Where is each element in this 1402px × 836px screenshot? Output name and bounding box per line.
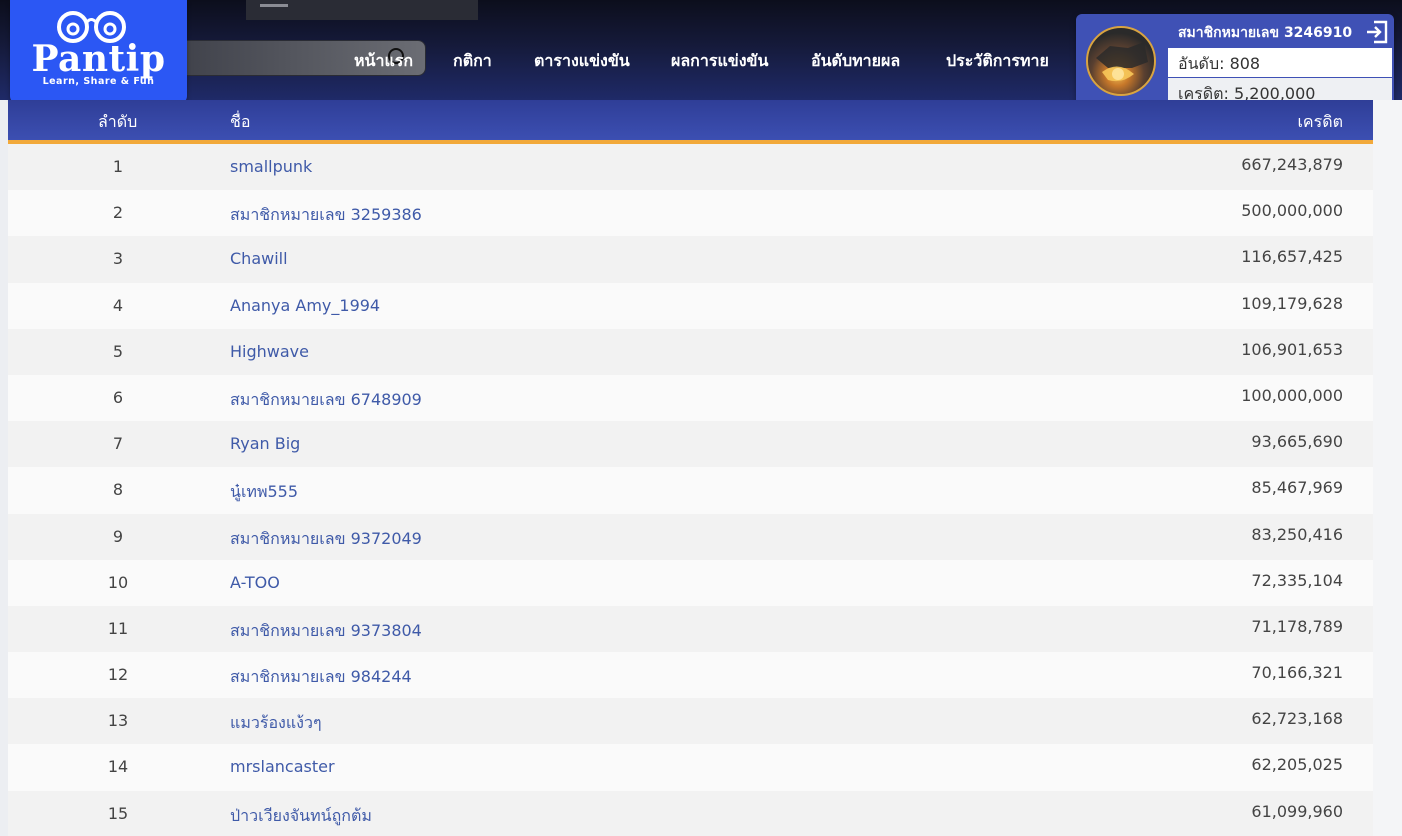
row-rank: 3	[112, 249, 124, 269]
row-rank: 5	[112, 341, 124, 361]
row-rank: 14	[107, 757, 129, 777]
row-credit: 62,205,025	[1251, 755, 1343, 775]
table-row: 9 สมาชิกหมายเลข 9372049 83,250,416	[8, 513, 1373, 560]
row-rank: 4	[112, 295, 124, 315]
table-row: 8 นู๋เทพ555 85,467,969	[8, 467, 1373, 514]
row-credit: 62,723,168	[1251, 709, 1343, 729]
page-gutter	[1373, 100, 1402, 836]
table-row: 4 Ananya Amy_1994 109,179,628	[8, 282, 1373, 329]
column-header-name: ชื่อ	[230, 112, 251, 131]
row-rank: 1	[112, 157, 124, 176]
table-row: 2 สมาชิกหมายเลข 3259386 500,000,000	[8, 190, 1373, 237]
table-body: 1 smallpunk 667,243,879 2 สมาชิกหมายเลข 3259…	[8, 144, 1373, 836]
row-rank: 8	[112, 480, 124, 500]
row-rank: 10	[107, 572, 129, 592]
row-credit: 83,250,416	[1251, 524, 1343, 544]
logo-tagline: Learn, Share & Fun	[42, 76, 155, 87]
row-rank: 12	[107, 665, 129, 685]
tab-bar-indicator	[260, 4, 288, 7]
row-player-name-link[interactable]: Chawill	[230, 249, 288, 268]
row-player-name-link[interactable]: A-TOO	[230, 573, 280, 592]
table-row: 12 สมาชิกหมายเลข 984244 70,166,321	[8, 652, 1373, 699]
row-player-name-link[interactable]: สมาชิกหมายเลข 3259386	[230, 203, 422, 228]
avatar[interactable]	[1086, 26, 1156, 96]
row-rank: 2	[112, 203, 124, 223]
row-credit: 667,243,879	[1241, 155, 1343, 174]
row-credit: 109,179,628	[1241, 293, 1343, 313]
row-credit: 72,335,104	[1251, 570, 1343, 590]
avatar-image	[1096, 42, 1148, 82]
browser-tab-strip	[246, 0, 478, 20]
logo-text: Pantip	[31, 38, 166, 80]
table-row: 3 Chawill 116,657,425	[8, 236, 1373, 283]
row-rank: 11	[107, 618, 129, 638]
row-rank: 15	[107, 803, 129, 823]
row-credit: 100,000,000	[1241, 385, 1343, 405]
row-rank: 6	[112, 387, 124, 407]
user-name[interactable]: สมาชิกหมายเลข 3246910	[1178, 22, 1352, 44]
row-player-name-link[interactable]: สมาชิกหมายเลข 6748909	[230, 388, 422, 413]
nav-item-schedule[interactable]: ตารางแข่งขัน	[534, 49, 630, 74]
column-header-rank: ลำดับ	[98, 112, 138, 131]
user-rank: อันดับ: 808	[1168, 48, 1392, 77]
row-player-name-link[interactable]: นู๋เทพ555	[230, 480, 298, 505]
nav-item-prediction-history[interactable]: ประวัติการทาย	[946, 49, 1049, 74]
nav-item-prediction-ranking[interactable]: อันดับทายผล	[811, 49, 900, 74]
table-row: 14 mrslancaster 62,205,025	[8, 744, 1373, 791]
table-row: 10 A-TOO 72,335,104	[8, 559, 1373, 606]
column-header-credit: เครดิต	[1297, 112, 1343, 131]
row-player-name-link[interactable]: Highwave	[230, 342, 309, 361]
row-player-name-link[interactable]: สมาชิกหมายเลข 9373804	[230, 619, 422, 644]
table-row: 7 Ryan Big 93,665,690	[8, 421, 1373, 468]
row-credit: 93,665,690	[1251, 432, 1343, 452]
row-player-name-link[interactable]: แมวร้องแง้วๆ	[230, 711, 322, 736]
table-row: 6 สมาชิกหมายเลข 6748909 100,000,000	[8, 374, 1373, 422]
table-row: 15 ป่าวเวียงจันทน์ถูกต้ม 61,099,960	[8, 790, 1373, 836]
nav-item-home[interactable]: หน้าแรก	[354, 49, 413, 74]
row-player-name-link[interactable]: Ananya Amy_1994	[230, 296, 380, 315]
nav-item-rules[interactable]: กติกา	[453, 49, 492, 74]
table-header: ลำดับ ชื่อ เครดิต	[8, 100, 1373, 144]
row-rank: 9	[112, 526, 124, 546]
row-rank: 7	[112, 434, 124, 454]
user-card: สมาชิกหมายเลข 3246910 อันดับ: 808 เครดิต…	[1076, 14, 1394, 108]
nav-item-results[interactable]: ผลการแข่งขัน	[671, 49, 768, 74]
row-credit: 70,166,321	[1251, 663, 1343, 683]
pantip-logo[interactable]: Pantip Learn, Share & Fun	[10, 0, 187, 104]
row-credit: 500,000,000	[1241, 201, 1343, 221]
row-rank: 13	[107, 711, 129, 731]
row-player-name-link[interactable]: ป่าวเวียงจันทน์ถูกต้ม	[230, 804, 372, 829]
row-credit: 116,657,425	[1241, 247, 1343, 267]
table-row: 1 smallpunk 667,243,879	[8, 144, 1373, 191]
row-credit: 61,099,960	[1251, 801, 1343, 821]
row-player-name-link[interactable]: smallpunk	[230, 157, 312, 176]
table-row: 11 สมาชิกหมายเลข 9373804 71,178,789	[8, 605, 1373, 653]
row-player-name-link[interactable]: mrslancaster	[230, 757, 335, 776]
row-player-name-link[interactable]: สมาชิกหมายเลข 9372049	[230, 527, 422, 552]
table-row: 13 แมวร้องแง้วๆ 62,723,168	[8, 698, 1373, 745]
row-player-name-link[interactable]: สมาชิกหมายเลข 984244	[230, 665, 412, 690]
row-credit: 106,901,653	[1241, 339, 1343, 359]
logout-icon[interactable]	[1364, 19, 1390, 45]
row-credit: 85,467,969	[1251, 478, 1343, 498]
ranking-table: ลำดับ ชื่อ เครดิต 1 smallpunk 667,243,879 2…	[8, 100, 1373, 836]
table-row: 5 Highwave 106,901,653	[8, 328, 1373, 375]
row-player-name-link[interactable]: Ryan Big	[230, 434, 300, 453]
row-credit: 71,178,789	[1251, 616, 1343, 636]
